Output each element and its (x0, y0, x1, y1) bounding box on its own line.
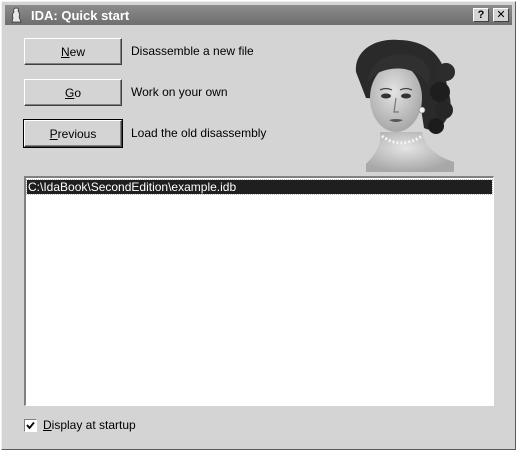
new-description: Disassemble a new file (131, 44, 254, 58)
previous-button-label: revious (57, 126, 97, 141)
go-description: Work on your own (131, 85, 228, 99)
ida-lovelace-portrait (355, 39, 455, 172)
recent-file-item[interactable]: C:\IdaBook\SecondEdition\example.idb (26, 179, 493, 195)
quick-start-dialog: IDA: Quick start ? ✕ New Disassemble a n… (1, 1, 516, 450)
new-button-label: ew (69, 44, 85, 59)
previous-button[interactable]: Previous (23, 119, 123, 148)
display-at-startup-key: D (43, 418, 52, 432)
display-at-startup-option[interactable]: Display at startup (24, 418, 136, 432)
display-at-startup-label: isplay at startup (51, 418, 136, 432)
new-button[interactable]: New (24, 38, 122, 65)
window-title: IDA: Quick start (31, 7, 130, 23)
go-button-key: G (64, 85, 75, 100)
help-button[interactable]: ? (473, 8, 489, 22)
recent-files-list[interactable]: C:\IdaBook\SecondEdition\example.idb (24, 176, 494, 406)
go-button-label: o (74, 85, 82, 100)
previous-button-key: P (49, 126, 58, 141)
title-bar[interactable]: IDA: Quick start ? ✕ (5, 5, 512, 25)
ida-figure-icon (11, 7, 22, 23)
close-button[interactable]: ✕ (493, 8, 509, 22)
checkmark-icon (26, 421, 35, 429)
display-at-startup-checkbox[interactable] (24, 418, 37, 432)
new-button-key: N (60, 44, 70, 59)
previous-description: Load the old disassembly (131, 126, 267, 140)
go-button[interactable]: Go (24, 79, 122, 106)
